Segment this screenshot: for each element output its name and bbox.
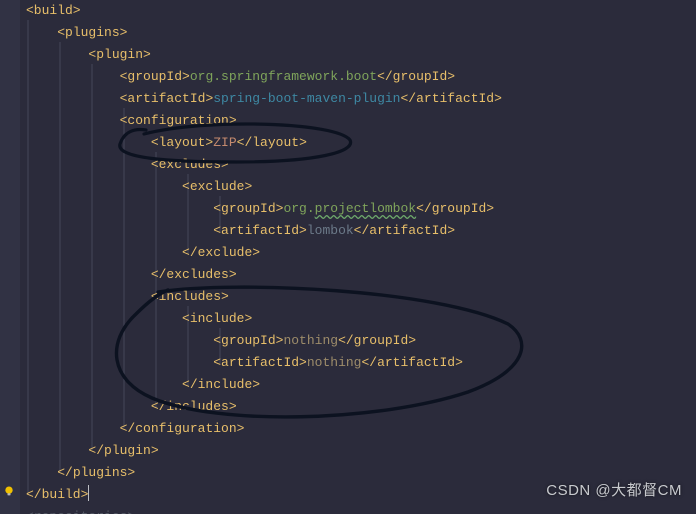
code-line: <groupId>nothing</groupId> (26, 330, 696, 352)
code-line: <artifactId>lombok</artifactId> (26, 220, 696, 242)
code-line: <exclude> (26, 176, 696, 198)
code-line: </excludes> (26, 264, 696, 286)
code-line: <configuration> (26, 110, 696, 132)
code-line: </configuration> (26, 418, 696, 440)
code-line: <excludes> (26, 154, 696, 176)
code-line: <groupId>org.projectlombok</groupId> (26, 198, 696, 220)
intention-bulb-icon[interactable] (2, 484, 16, 498)
text-caret (88, 485, 89, 501)
code-line: <layout>ZIP</layout> (26, 132, 696, 154)
code-line: <artifactId>spring-boot-maven-plugin</ar… (26, 88, 696, 110)
watermark: CSDN @大都督CM (546, 480, 682, 502)
code-line: <artifactId>nothing</artifactId> (26, 352, 696, 374)
code-line: <plugin> (26, 44, 696, 66)
code-line: <build> (26, 0, 696, 22)
code-line: <include> (26, 308, 696, 330)
code-line: </exclude> (26, 242, 696, 264)
code-line: <plugins> (26, 22, 696, 44)
code-editor-viewport[interactable]: <build> <plugins> <plugin> <groupId>org.… (20, 0, 696, 514)
editor-gutter (0, 0, 20, 514)
code-line: <includes> (26, 286, 696, 308)
code-line: <groupId>org.springframework.boot</group… (26, 66, 696, 88)
code-line: <repositories> (26, 506, 696, 514)
code-line: </plugin> (26, 440, 696, 462)
code-line: </include> (26, 374, 696, 396)
code-line: </includes> (26, 396, 696, 418)
